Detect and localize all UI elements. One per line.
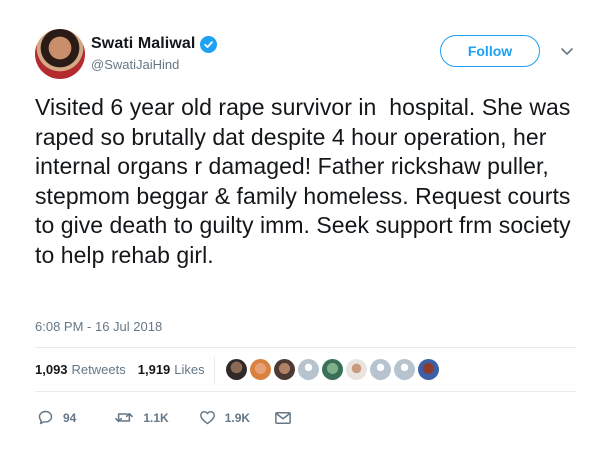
follow-button[interactable]: Follow <box>440 35 540 67</box>
tweet-stats: 1,093 Retweets 1,919 Likes <box>35 362 205 377</box>
liker-avatar[interactable] <box>418 359 439 380</box>
chevron-down-icon[interactable] <box>558 42 576 60</box>
liker-avatar[interactable] <box>370 359 391 380</box>
like-button[interactable]: 1.9K <box>199 409 250 426</box>
like-count: 1.9K <box>224 410 251 425</box>
retweet-count: 1.1K <box>143 410 169 425</box>
liker-avatar[interactable] <box>322 359 343 380</box>
retweets-count[interactable]: 1,093 <box>35 362 68 377</box>
reply-button[interactable]: 94 <box>37 409 76 426</box>
tweet-actions: 94 1.1K 1.9K <box>35 409 292 426</box>
retweet-icon <box>115 412 134 423</box>
liker-avatar[interactable] <box>346 359 367 380</box>
retweet-button[interactable]: 1.1K <box>114 409 169 426</box>
likes-count[interactable]: 1,919 <box>138 362 171 377</box>
liker-avatar[interactable] <box>394 359 415 380</box>
tweet-timestamp[interactable]: 6:08 PM - 16 Jul 2018 <box>35 319 162 334</box>
author-handle[interactable]: @SwatiJaiHind <box>91 57 179 72</box>
retweets-label[interactable]: Retweets <box>72 362 126 377</box>
liker-avatar[interactable] <box>226 359 247 380</box>
verified-badge-icon <box>200 35 218 53</box>
author-avatar[interactable] <box>35 29 85 79</box>
author-name-row[interactable]: Swati Maliwal <box>91 35 218 53</box>
reply-icon <box>38 410 53 425</box>
liker-avatars <box>226 359 439 380</box>
likes-label[interactable]: Likes <box>174 362 204 377</box>
direct-message-button[interactable] <box>274 410 292 426</box>
tweet-text: Visited 6 year old rape survivor in hosp… <box>35 94 578 268</box>
stats-separator <box>214 356 215 384</box>
author-display-name[interactable]: Swati Maliwal <box>91 35 195 53</box>
liker-avatar[interactable] <box>250 359 271 380</box>
tweet-card: Swati Maliwal @SwatiJaiHind Follow Visit… <box>0 0 611 450</box>
heart-icon <box>199 410 215 425</box>
reply-count: 94 <box>63 410 77 425</box>
divider <box>35 391 576 392</box>
liker-avatar[interactable] <box>274 359 295 380</box>
liker-avatar[interactable] <box>298 359 319 380</box>
envelope-icon <box>275 411 291 424</box>
divider <box>35 347 576 348</box>
